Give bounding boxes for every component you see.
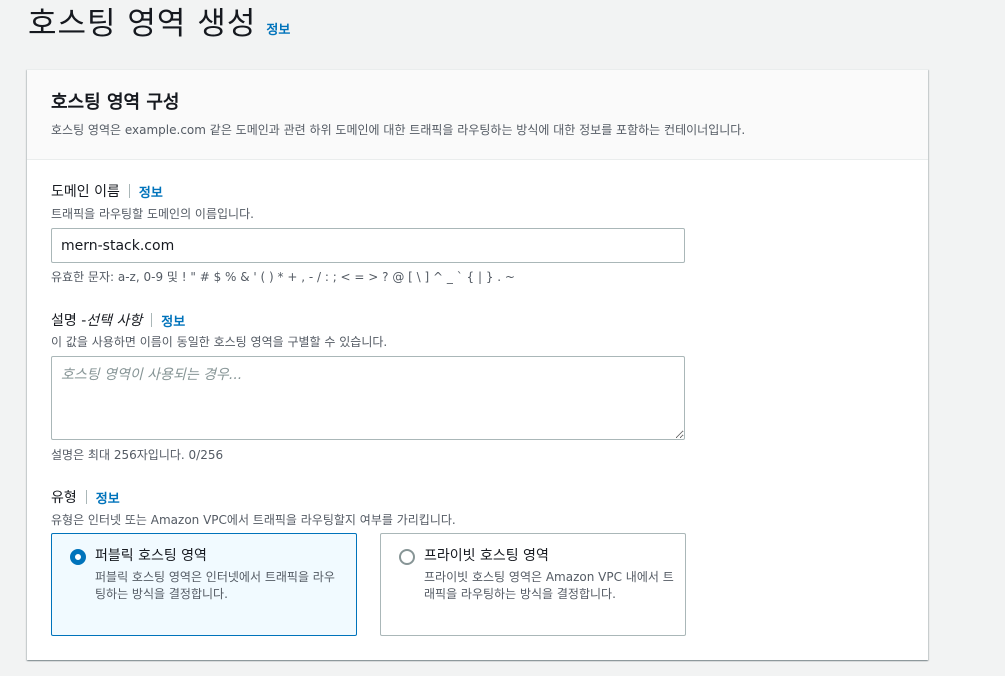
description-optional-text: 선택 사항 (86, 313, 143, 329)
description-textarea[interactable] (51, 356, 685, 440)
private-hosted-zone-description: 프라이빗 호스팅 영역은 Amazon VPC 내에서 트래픽을 라우팅하는 방… (424, 570, 674, 601)
private-hosted-zone-title: 프라이빗 호스팅 영역 (424, 548, 549, 564)
label-divider (128, 184, 130, 198)
page-header: 호스팅 영역 생성 정보 (28, 2, 290, 46)
type-description: 유형은 인터넷 또는 Amazon VPC에서 트래픽을 라우팅할지 여부를 가… (51, 513, 456, 527)
type-label: 유형 정보 (51, 487, 120, 507)
label-divider (151, 313, 153, 327)
description-label-text: 설명 - (51, 313, 87, 329)
domain-name-label: 도메인 이름 정보 (51, 181, 163, 201)
panel-description: 호스팅 영역은 example.com 같은 도메인과 관련 하위 도메인에 대… (51, 123, 746, 137)
page-title: 호스팅 영역 생성 (28, 6, 257, 42)
public-hosted-zone-title: 퍼블릭 호스팅 영역 (95, 548, 207, 564)
domain-name-constraint: 유효한 문자: a-z, 0-9 및 ! " # $ % & ' ( ) * +… (51, 270, 515, 284)
label-divider (85, 490, 87, 504)
panel-title: 호스팅 영역 구성 (51, 92, 180, 113)
radio-selected-icon[interactable] (70, 549, 86, 565)
domain-name-input[interactable] (51, 228, 685, 263)
public-hosted-zone-description: 퍼블릭 호스팅 영역은 인터넷에서 트래픽을 라우팅하는 방식을 결정합니다. (95, 570, 335, 601)
panel-header: 호스팅 영역 구성 호스팅 영역은 example.com 같은 도메인과 관련… (27, 70, 928, 160)
private-hosted-zone-option[interactable]: 프라이빗 호스팅 영역 프라이빗 호스팅 영역은 Amazon VPC 내에서 … (380, 533, 686, 636)
radio-unselected-icon[interactable] (399, 549, 415, 565)
domain-name-info-link[interactable]: 정보 (139, 182, 163, 201)
description-label: 설명 - 선택 사항 정보 (51, 310, 185, 330)
type-info-link[interactable]: 정보 (96, 488, 120, 507)
type-label-text: 유형 (51, 490, 77, 506)
page-info-link[interactable]: 정보 (266, 19, 290, 38)
description-info-link[interactable]: 정보 (161, 311, 185, 330)
description-field-description: 이 값을 사용하면 이름이 동일한 호스팅 영역을 구별할 수 있습니다. (51, 335, 388, 349)
hosted-zone-config-panel: 호스팅 영역 구성 호스팅 영역은 example.com 같은 도메인과 관련… (27, 69, 928, 660)
domain-name-label-text: 도메인 이름 (51, 184, 120, 200)
domain-name-description: 트래픽을 라우팅할 도메인의 이름입니다. (51, 207, 254, 221)
description-constraint: 설명은 최대 256자입니다. 0/256 (51, 448, 224, 462)
public-hosted-zone-option[interactable]: 퍼블릭 호스팅 영역 퍼블릭 호스팅 영역은 인터넷에서 트래픽을 라우팅하는 … (51, 533, 357, 636)
